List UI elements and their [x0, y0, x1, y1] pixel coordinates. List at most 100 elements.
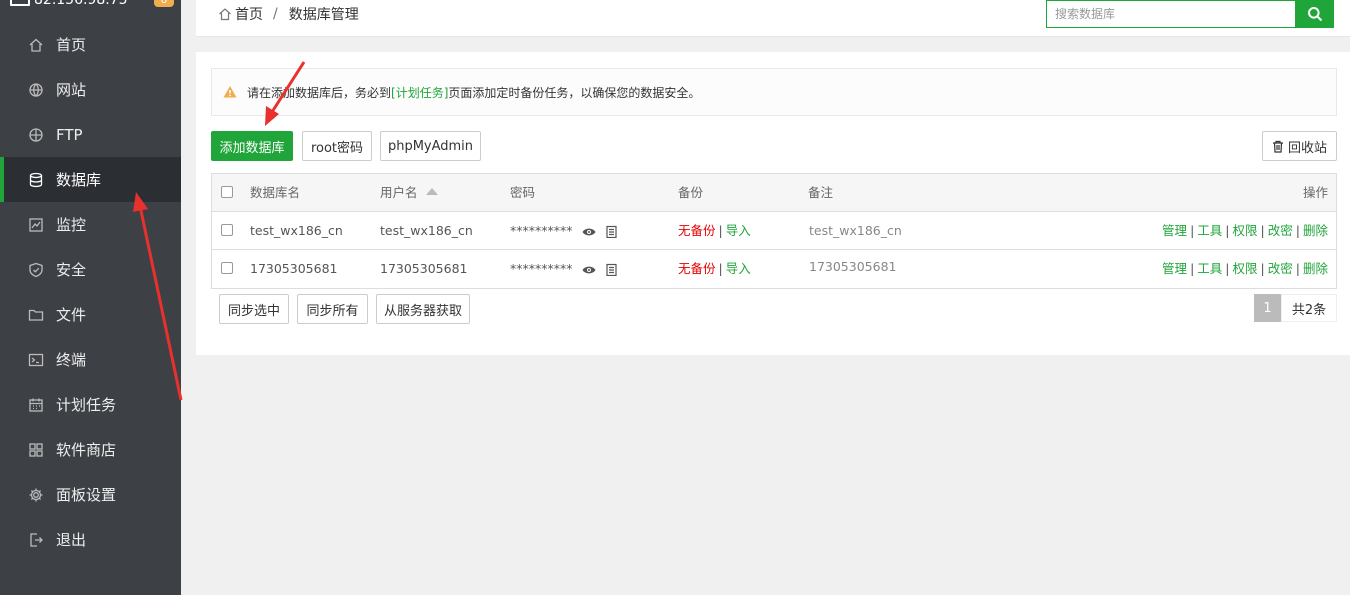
phpmyadmin-button[interactable]: phpMyAdmin [380, 131, 481, 161]
home-icon [219, 8, 231, 21]
search-button[interactable] [1295, 0, 1334, 28]
sidebar-item-label: 计划任务 [56, 396, 117, 414]
sidebar-item-cron[interactable]: 计划任务 [0, 382, 181, 427]
row-checkbox[interactable] [221, 224, 233, 236]
sort-ascending-icon[interactable] [425, 188, 438, 195]
top-bar: 首页 / 数据库管理 搜索数据库 [196, 0, 1350, 37]
copy-icon[interactable] [606, 263, 618, 276]
sidebar-item-ftp[interactable]: FTP [0, 112, 181, 157]
apps-icon [27, 441, 45, 459]
trash-icon [1272, 140, 1283, 153]
db-remark[interactable]: test_wx186_cn [809, 212, 902, 250]
breadcrumb: 首页 / 数据库管理 [218, 4, 359, 24]
fetch-from-server-button[interactable]: 从服务器获取 [376, 294, 470, 324]
eye-icon[interactable] [582, 227, 596, 237]
separator: | [1260, 223, 1265, 238]
tools-link[interactable]: 工具 [1197, 261, 1222, 276]
root-password-button[interactable]: root密码 [302, 131, 372, 161]
header-remark: 备注 [808, 185, 834, 200]
separator: | [1225, 223, 1230, 238]
import-link[interactable]: 导入 [726, 261, 751, 276]
separator: | [1260, 261, 1265, 276]
change-password-link[interactable]: 改密 [1268, 223, 1293, 238]
sidebar-item-terminal[interactable]: 终端 [0, 337, 181, 382]
table-header: 数据库名 用户名 密码 备份 备注 操作 [212, 174, 1336, 212]
breadcrumb-separator: / [273, 6, 278, 22]
backup-cell: 无备份 | 导入 [678, 250, 751, 288]
permissions-link[interactable]: 权限 [1233, 223, 1258, 238]
add-database-button[interactable]: 添加数据库 [211, 131, 293, 161]
sidebar-item-logout[interactable]: 退出 [0, 517, 181, 562]
notice-text-before: 请在添加数据库后，务必到 [247, 85, 392, 100]
sidebar-item-store[interactable]: 软件商店 [0, 427, 181, 472]
db-remark[interactable]: 17305305681 [809, 248, 896, 286]
monitor-screen-icon [10, 0, 30, 6]
separator: | [1190, 223, 1195, 238]
header-db-name[interactable]: 数据库名 [250, 174, 300, 212]
tools-link[interactable]: 工具 [1197, 223, 1222, 238]
sidebar-item-label: FTP [56, 125, 83, 144]
gear-icon [27, 486, 45, 504]
sidebar-item-label: 首页 [56, 36, 87, 54]
notice-text-after: 页面添加定时备份任务，以确保您的数据安全。 [448, 85, 701, 100]
sidebar-item-home[interactable]: 首页 [0, 22, 181, 67]
database-table: 数据库名 用户名 密码 备份 备注 操作 test_wx186_cn test_… [211, 173, 1337, 289]
separator: | [1295, 223, 1300, 238]
pagination-total: 共2条 [1281, 294, 1337, 322]
select-all-checkbox[interactable] [221, 186, 233, 198]
db-password: ********** [510, 250, 618, 288]
no-backup-link[interactable]: 无备份 [678, 261, 716, 276]
import-link[interactable]: 导入 [726, 223, 751, 238]
row-checkbox[interactable] [221, 262, 233, 274]
backup-notice: 请在添加数据库后，务必到 [计划任务] 页面添加定时备份任务，以确保您的数据安全… [211, 68, 1337, 116]
db-name: test_wx186_cn [250, 223, 343, 238]
notification-badge[interactable]: 0 [154, 0, 174, 7]
folder-icon [27, 306, 45, 324]
change-password-link[interactable]: 改密 [1268, 261, 1293, 276]
sidebar-item-security[interactable]: 安全 [0, 247, 181, 292]
sidebar-item-files[interactable]: 文件 [0, 292, 181, 337]
no-backup-link[interactable]: 无备份 [678, 223, 716, 238]
db-username: 17305305681 [380, 261, 468, 276]
server-ip: 82.156.98.75 [34, 0, 128, 8]
header-actions: 操作 [1302, 185, 1328, 200]
sync-selected-button[interactable]: 同步选中 [219, 294, 289, 324]
header-backup: 备份 [678, 185, 704, 200]
database-icon [27, 171, 45, 189]
sidebar-item-website[interactable]: 网站 [0, 67, 181, 112]
header-password: 密码 [510, 185, 536, 200]
recycle-bin-button[interactable]: 回收站 [1262, 131, 1337, 161]
ftp-icon [27, 126, 45, 144]
separator: | [1225, 261, 1230, 276]
search-input[interactable]: 搜索数据库 [1046, 0, 1296, 28]
db-username: test_wx186_cn [380, 223, 473, 238]
sidebar-item-settings[interactable]: 面板设置 [0, 472, 181, 517]
breadcrumb-home[interactable]: 首页 [235, 4, 263, 24]
separator: | [718, 261, 723, 276]
table-row: 17305305681 17305305681 ********** 无备份 | 导… [212, 250, 1336, 288]
sidebar-item-database[interactable]: 数据库 [0, 157, 181, 202]
copy-icon[interactable] [606, 225, 618, 238]
eye-icon[interactable] [582, 265, 596, 275]
delete-link[interactable]: 删除 [1303, 261, 1328, 276]
pagination-current-page[interactable]: 1 [1254, 294, 1281, 322]
search-icon [1307, 7, 1322, 22]
sidebar-item-label: 软件商店 [56, 441, 117, 459]
delete-link[interactable]: 删除 [1303, 223, 1328, 238]
cron-task-link[interactable]: [计划任务] [391, 84, 448, 101]
sidebar: 82.156.98.75 0 首页 网站 FTP 数据库 监控 安全 文件 终端… [0, 0, 181, 595]
manage-link[interactable]: 管理 [1162, 223, 1187, 238]
permissions-link[interactable]: 权限 [1233, 261, 1258, 276]
monitor-icon [27, 216, 45, 234]
password-mask: ********** [510, 261, 573, 276]
sidebar-item-label: 文件 [56, 306, 87, 324]
sidebar-item-label: 网站 [56, 81, 87, 99]
sync-all-button[interactable]: 同步所有 [297, 294, 368, 324]
header-username[interactable]: 用户名 [380, 174, 438, 212]
sidebar-item-monitor[interactable]: 监控 [0, 202, 181, 247]
globe-icon [27, 81, 45, 99]
manage-link[interactable]: 管理 [1162, 261, 1187, 276]
separator: | [718, 223, 723, 238]
database-panel: 请在添加数据库后，务必到 [计划任务] 页面添加定时备份任务，以确保您的数据安全… [196, 52, 1350, 355]
db-name: 17305305681 [250, 261, 338, 276]
